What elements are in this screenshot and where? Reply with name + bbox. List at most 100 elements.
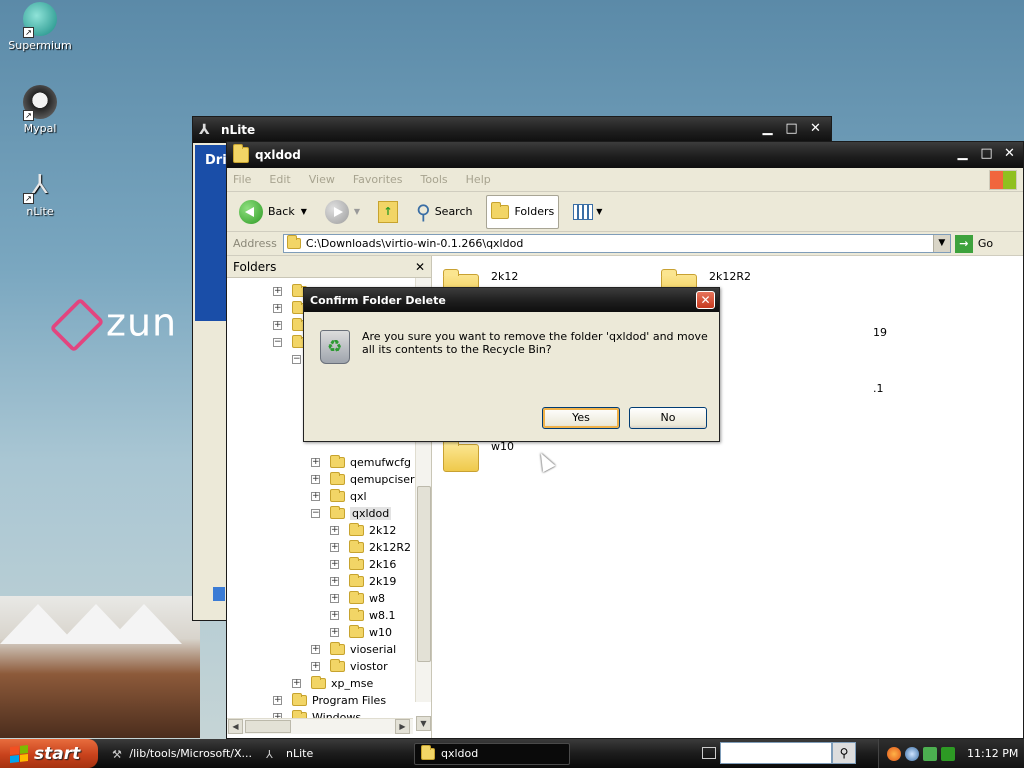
tree-item-2k19[interactable]: +2k19: [330, 573, 396, 590]
menu-help[interactable]: Help: [466, 173, 491, 186]
close-icon[interactable]: ✕: [415, 260, 425, 274]
scrollbar-thumb[interactable]: [417, 486, 431, 662]
maximize-button[interactable]: □: [977, 146, 996, 163]
explorer-titlebar[interactable]: qxldod ▁ □ ✕: [227, 142, 1023, 168]
desktop-icon-mypal[interactable]: ↗ Mypal: [2, 85, 78, 135]
folder-icon: [349, 523, 364, 536]
tree-item-xp-mse[interactable]: + xp_mse: [292, 675, 373, 692]
menu-file[interactable]: File: [233, 173, 251, 186]
collapse-icon[interactable]: −: [311, 509, 320, 518]
expand-icon[interactable]: +: [330, 628, 339, 637]
taskbar-search-input[interactable]: [720, 742, 832, 764]
tree-item-w10[interactable]: + w10: [330, 624, 392, 641]
address-value: C:\Downloads\virtio-win-0.1.266\qxldod: [305, 237, 524, 250]
expand-icon[interactable]: +: [311, 492, 320, 501]
tree-item-program-files[interactable]: + Program Files: [273, 692, 386, 709]
tree-item-qemufwcfg[interactable]: + qemufwcfg: [311, 454, 411, 471]
chevron-down-icon[interactable]: ▼: [596, 207, 602, 216]
address-label: Address: [233, 237, 277, 250]
expand-icon[interactable]: +: [273, 304, 282, 313]
file-item-w8-1[interactable]: .1: [873, 382, 884, 395]
close-button[interactable]: ✕: [806, 121, 825, 138]
expand-icon[interactable]: +: [273, 321, 282, 330]
address-bar: Address C:\Downloads\virtio-win-0.1.266\…: [227, 232, 1023, 256]
expand-icon[interactable]: +: [292, 679, 301, 688]
folders-button[interactable]: Folders: [486, 194, 560, 229]
dialog-message: Are you sure you want to remove the fold…: [362, 330, 708, 356]
expand-icon[interactable]: +: [330, 560, 339, 569]
no-button[interactable]: No: [629, 407, 707, 429]
expand-icon[interactable]: +: [330, 594, 339, 603]
menu-favorites[interactable]: Favorites: [353, 173, 403, 186]
back-button[interactable]: Back ▼: [235, 195, 311, 229]
nlite-titlebar[interactable]: ⅄ nLite ▁ □ ✕: [193, 117, 831, 143]
menu-view[interactable]: View: [309, 173, 335, 186]
mouse-cursor-icon: [534, 449, 556, 473]
menu-edit[interactable]: Edit: [269, 173, 290, 186]
dialog-titlebar[interactable]: Confirm Folder Delete ✕: [304, 288, 719, 312]
nlite-header-panel: Driv: [195, 145, 235, 321]
tree-item-2k12r2[interactable]: +2k12R2: [330, 539, 411, 556]
expand-icon[interactable]: +: [311, 662, 320, 671]
minimize-button[interactable]: ▁: [953, 146, 972, 163]
expand-icon[interactable]: +: [330, 577, 339, 586]
nlite-icon: ⅄: [199, 122, 210, 138]
tree-item-qemupciserial[interactable]: + qemupciserial: [311, 471, 427, 488]
chevron-down-icon[interactable]: ▼: [932, 235, 950, 252]
scroll-down-button[interactable]: ▼: [416, 716, 431, 731]
collapse-icon[interactable]: −: [292, 355, 301, 364]
scrollbar-thumb[interactable]: [245, 720, 291, 733]
tree-item-vioserial[interactable]: + vioserial: [311, 641, 396, 658]
search-icon[interactable]: ⚲: [832, 742, 856, 764]
go-arrow-icon: →: [954, 234, 973, 253]
collapse-icon[interactable]: −: [273, 338, 282, 347]
expand-icon[interactable]: +: [311, 475, 320, 484]
expand-icon[interactable]: +: [311, 458, 320, 467]
desktop-icon-label: Supermium: [8, 39, 72, 52]
system-tray: 11:12 PM: [878, 739, 1024, 768]
tree-item-qxldod[interactable]: − qxldod: [311, 505, 392, 522]
desktop-icon-nlite[interactable]: ⅄ ↗ nLite: [2, 168, 78, 218]
start-button[interactable]: start: [0, 739, 98, 768]
folders-horizontal-scrollbar[interactable]: ◀ ▶: [227, 718, 413, 734]
network-icon[interactable]: [923, 746, 937, 761]
tree-item-w8-1[interactable]: + w8.1: [330, 607, 396, 624]
maximize-button[interactable]: □: [782, 121, 801, 138]
taskbar-item-nlite[interactable]: ⅄ nLite: [260, 743, 406, 765]
search-icon[interactable]: [905, 746, 919, 761]
views-button[interactable]: ▼: [569, 195, 606, 229]
tree-item-viostor[interactable]: + viostor: [311, 658, 388, 675]
up-button[interactable]: ↑: [374, 195, 402, 229]
expand-icon[interactable]: +: [330, 543, 339, 552]
keyboard-icon[interactable]: [702, 747, 716, 759]
yes-button[interactable]: Yes: [542, 407, 620, 429]
menu-tools[interactable]: Tools: [421, 173, 448, 186]
file-item-2k19[interactable]: 19: [873, 326, 887, 339]
minimize-button[interactable]: ▁: [758, 121, 777, 138]
chevron-down-icon[interactable]: ▼: [301, 207, 307, 216]
expand-icon[interactable]: +: [273, 287, 282, 296]
search-button[interactable]: ⚲ Search: [412, 195, 476, 229]
safely-remove-icon[interactable]: [941, 746, 955, 761]
address-field[interactable]: C:\Downloads\virtio-win-0.1.266\qxldod ▼: [282, 234, 951, 253]
taskbar-item-explorer-path[interactable]: ⚒ /lib/tools/Microsoft/X...: [106, 743, 252, 765]
file-item-w10[interactable]: w10: [443, 439, 514, 472]
desktop-icon-supermium[interactable]: ↗ Supermium: [2, 2, 78, 52]
tree-item-w8[interactable]: + w8: [330, 590, 385, 607]
expand-icon[interactable]: +: [330, 611, 339, 620]
taskbar-item-qxldod[interactable]: qxldod: [414, 742, 570, 765]
tree-item-2k12[interactable]: +2k12: [330, 522, 396, 539]
firefox-icon[interactable]: [887, 746, 901, 761]
scroll-right-button[interactable]: ▶: [395, 719, 410, 734]
close-button[interactable]: ✕: [696, 291, 715, 309]
tree-item-qxl[interactable]: + qxl: [311, 488, 367, 505]
tree-item-2k16[interactable]: +2k16: [330, 556, 396, 573]
scroll-left-button[interactable]: ◀: [228, 719, 243, 734]
forward-button[interactable]: ▼: [321, 195, 364, 229]
expand-icon[interactable]: +: [273, 696, 282, 705]
chevron-down-icon[interactable]: ▼: [354, 207, 360, 216]
go-button[interactable]: → Go: [954, 234, 993, 253]
close-button[interactable]: ✕: [1000, 146, 1019, 163]
expand-icon[interactable]: +: [330, 526, 339, 535]
expand-icon[interactable]: +: [311, 645, 320, 654]
